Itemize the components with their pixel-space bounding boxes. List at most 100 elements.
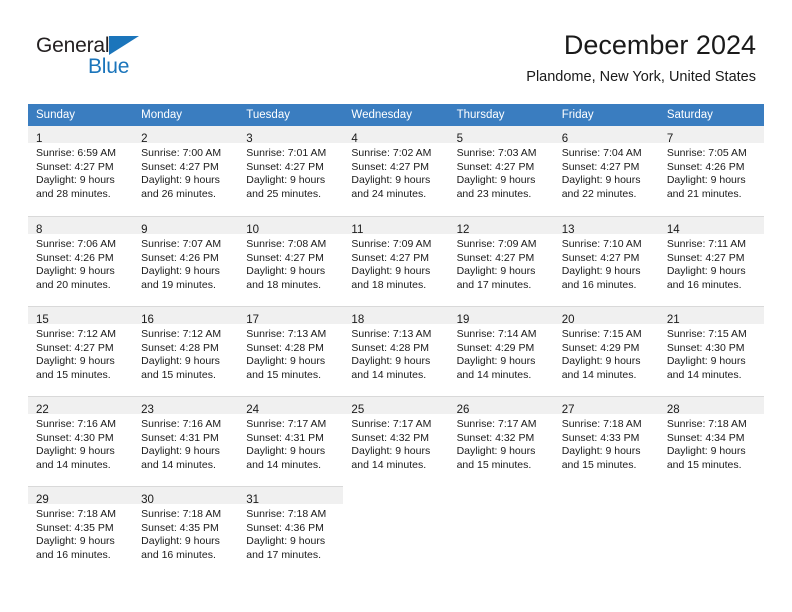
daylight-text-line2: and 16 minutes. — [561, 278, 637, 291]
day-14[interactable]: 14 Sunrise: 7:11 AM Sunset: 4:27 PM Dayligh… — [658, 216, 764, 306]
day-number-band: 6 — [553, 126, 659, 145]
day-25[interactable]: 25 Sunrise: 7:17 AM Sunset: 4:32 PM Dayligh… — [343, 396, 449, 486]
day-27[interactable]: 27 Sunrise: 7:18 AM Sunset: 4:33 PM Dayligh… — [553, 396, 659, 486]
daylight-text-line1: Daylight: 9 hours — [36, 174, 115, 187]
day-6[interactable]: 6 Sunrise: 7:04 AM Sunset: 4:27 PM Daylight… — [553, 126, 659, 216]
day-3[interactable]: 3 Sunrise: 7:01 AM Sunset: 4:27 PM Daylight… — [238, 126, 344, 216]
day-19[interactable]: 19 Sunrise: 7:14 AM Sunset: 4:29 PM Dayligh… — [448, 306, 554, 396]
day-number: 24 — [246, 404, 260, 416]
sunset-text: Sunset: 4:30 PM — [36, 431, 114, 444]
day-details: Sunrise: 7:04 AM Sunset: 4:27 PM Daylight:… — [553, 143, 659, 202]
day-5[interactable]: 5 Sunrise: 7:03 AM Sunset: 4:27 PM Daylight… — [448, 126, 554, 216]
day-11[interactable]: 11 Sunrise: 7:09 AM Sunset: 4:27 PM Dayligh… — [343, 216, 449, 306]
day-number-band: 3 — [238, 126, 344, 145]
sunrise-text: Sunrise: 7:03 AM — [456, 147, 537, 159]
day-15[interactable]: 15 Sunrise: 7:12 AM Sunset: 4:27 PM Dayligh… — [28, 306, 134, 396]
sunrise-text: Sunrise: 7:14 AM — [456, 328, 537, 340]
weekday-header-sunday: Sunday — [28, 104, 134, 126]
day-number-band: 16 — [133, 307, 239, 326]
calendar-day-cell: 21 Sunrise: 7:15 AM Sunset: 4:30 PM Dayligh… — [658, 306, 764, 396]
weekday-header-friday: Friday — [553, 104, 659, 126]
sunrise-text: Sunrise: 7:18 AM — [666, 418, 747, 430]
calendar-day-cell: 18 Sunrise: 7:13 AM Sunset: 4:28 PM Dayligh… — [343, 306, 449, 396]
calendar-week-row: 15 Sunrise: 7:12 AM Sunset: 4:27 PM Dayligh… — [28, 306, 764, 396]
daylight-text-line2: and 21 minutes. — [666, 187, 742, 200]
calendar-day-cell: 20 Sunrise: 7:15 AM Sunset: 4:29 PM Dayligh… — [553, 306, 659, 396]
sunrise-text: Sunrise: 7:08 AM — [246, 238, 327, 250]
calendar-day-cell: 10 Sunrise: 7:08 AM Sunset: 4:27 PM Dayligh… — [238, 216, 344, 306]
day-29[interactable]: 29 Sunrise: 7:18 AM Sunset: 4:35 PM Dayligh… — [28, 486, 134, 576]
day-23[interactable]: 23 Sunrise: 7:16 AM Sunset: 4:31 PM Dayligh… — [133, 396, 239, 486]
sunrise-text: Sunrise: 7:07 AM — [141, 238, 222, 250]
calendar-day-cell-empty — [343, 486, 449, 576]
day-number-band: 7 — [658, 126, 764, 145]
calendar-week-row: 22 Sunrise: 7:16 AM Sunset: 4:30 PM Dayligh… — [28, 396, 764, 486]
calendar-day-cell: 3 Sunrise: 7:01 AM Sunset: 4:27 PM Daylight… — [238, 126, 344, 216]
day-details: Sunrise: 7:11 AM Sunset: 4:27 PM Daylight:… — [658, 234, 764, 293]
day-number-band: 2 — [133, 126, 239, 145]
sunrise-text: Sunrise: 7:11 AM — [666, 238, 747, 250]
daylight-text-line2: and 14 minutes. — [246, 458, 321, 471]
day-2[interactable]: 2 Sunrise: 7:00 AM Sunset: 4:27 PM Daylight… — [133, 126, 239, 216]
daylight-text-line1: Daylight: 9 hours — [246, 535, 326, 548]
day-22[interactable]: 22 Sunrise: 7:16 AM Sunset: 4:30 PM Dayligh… — [28, 396, 134, 486]
calendar-week-row: 29 Sunrise: 7:18 AM Sunset: 4:35 PM Dayligh… — [28, 486, 764, 576]
daylight-text-line2: and 18 minutes. — [351, 278, 427, 291]
day-20[interactable]: 20 Sunrise: 7:15 AM Sunset: 4:29 PM Dayligh… — [553, 306, 659, 396]
daylight-text-line1: Daylight: 9 hours — [456, 174, 536, 187]
sunset-text: Sunset: 4:28 PM — [351, 341, 430, 354]
day-28[interactable]: 28 Sunrise: 7:18 AM Sunset: 4:34 PM Dayligh… — [658, 396, 764, 486]
calendar-day-cell: 25 Sunrise: 7:17 AM Sunset: 4:32 PM Dayligh… — [343, 396, 449, 486]
day-21[interactable]: 21 Sunrise: 7:15 AM Sunset: 4:30 PM Dayligh… — [658, 306, 764, 396]
day-number: 1 — [36, 133, 43, 145]
sunset-text: Sunset: 4:26 PM — [666, 160, 745, 173]
day-number-band: 9 — [133, 217, 239, 236]
day-24[interactable]: 24 Sunrise: 7:17 AM Sunset: 4:31 PM Dayligh… — [238, 396, 344, 486]
day-number: 7 — [666, 133, 674, 145]
day-details: Sunrise: 7:18 AM Sunset: 4:35 PM Daylight:… — [28, 504, 134, 563]
day-number-band: 28 — [658, 397, 764, 416]
day-number: 10 — [246, 224, 260, 236]
weekday-header-saturday: Saturday — [658, 104, 764, 126]
calendar-day-cell-empty — [448, 486, 554, 576]
day-details: Sunrise: 7:15 AM Sunset: 4:30 PM Daylight:… — [658, 324, 764, 383]
day-8[interactable]: 8 Sunrise: 7:06 AM Sunset: 4:26 PM Daylight… — [28, 216, 134, 306]
day-13[interactable]: 13 Sunrise: 7:10 AM Sunset: 4:27 PM Dayligh… — [553, 216, 659, 306]
day-1[interactable]: 1 Sunrise: 6:59 AM Sunset: 4:27 PM Daylight… — [28, 126, 134, 216]
day-10[interactable]: 10 Sunrise: 7:08 AM Sunset: 4:27 PM Dayligh… — [238, 216, 344, 306]
sunset-text: Sunset: 4:35 PM — [141, 521, 219, 534]
day-number: 15 — [36, 314, 49, 326]
sunset-text: Sunset: 4:27 PM — [561, 251, 640, 264]
calendar-day-cell: 1 Sunrise: 6:59 AM Sunset: 4:27 PM Daylight… — [28, 126, 134, 216]
day-31[interactable]: 31 Sunrise: 7:18 AM Sunset: 4:36 PM Dayligh… — [238, 486, 344, 576]
general-blue-logo[interactable]: General Blue — [36, 33, 196, 85]
sunset-text: Sunset: 4:29 PM — [561, 341, 640, 354]
day-4[interactable]: 4 Sunrise: 7:02 AM Sunset: 4:27 PM Daylight… — [343, 126, 449, 216]
day-18[interactable]: 18 Sunrise: 7:13 AM Sunset: 4:28 PM Dayligh… — [343, 306, 449, 396]
sunset-text: Sunset: 4:35 PM — [36, 521, 114, 534]
empty-day — [553, 486, 659, 576]
day-12[interactable]: 12 Sunrise: 7:09 AM Sunset: 4:27 PM Dayligh… — [448, 216, 554, 306]
sunset-text: Sunset: 4:32 PM — [351, 431, 430, 444]
day-17[interactable]: 17 Sunrise: 7:13 AM Sunset: 4:28 PM Dayligh… — [238, 306, 344, 396]
calendar-day-cell: 16 Sunrise: 7:12 AM Sunset: 4:28 PM Dayligh… — [133, 306, 239, 396]
calendar-day-cell: 26 Sunrise: 7:17 AM Sunset: 4:32 PM Dayligh… — [448, 396, 554, 486]
day-9[interactable]: 9 Sunrise: 7:07 AM Sunset: 4:26 PM Daylight… — [133, 216, 239, 306]
day-26[interactable]: 26 Sunrise: 7:17 AM Sunset: 4:32 PM Dayligh… — [448, 396, 554, 486]
logo-text-blue: Blue — [88, 55, 130, 78]
sunrise-text: Sunrise: 7:09 AM — [456, 238, 537, 250]
page-title: December 2024 — [563, 30, 756, 60]
day-details: Sunrise: 6:59 AM Sunset: 4:27 PM Daylight:… — [28, 143, 134, 202]
calendar-page: General Blue December 2024 Plandome, New… — [0, 0, 792, 612]
day-16[interactable]: 16 Sunrise: 7:12 AM Sunset: 4:28 PM Dayligh… — [133, 306, 239, 396]
sunset-text: Sunset: 4:32 PM — [456, 431, 535, 444]
day-number: 25 — [351, 404, 365, 416]
day-7[interactable]: 7 Sunrise: 7:05 AM Sunset: 4:26 PM Daylight… — [658, 126, 764, 216]
daylight-text-line1: Daylight: 9 hours — [351, 174, 431, 187]
sunset-text: Sunset: 4:26 PM — [36, 251, 114, 264]
day-30[interactable]: 30 Sunrise: 7:18 AM Sunset: 4:35 PM Dayligh… — [133, 486, 239, 576]
day-number-band: 31 — [238, 487, 344, 506]
day-number: 6 — [561, 133, 569, 145]
calendar-day-cell: 22 Sunrise: 7:16 AM Sunset: 4:30 PM Dayligh… — [28, 396, 134, 486]
calendar-week-row: 8 Sunrise: 7:06 AM Sunset: 4:26 PM Daylight… — [28, 216, 764, 306]
